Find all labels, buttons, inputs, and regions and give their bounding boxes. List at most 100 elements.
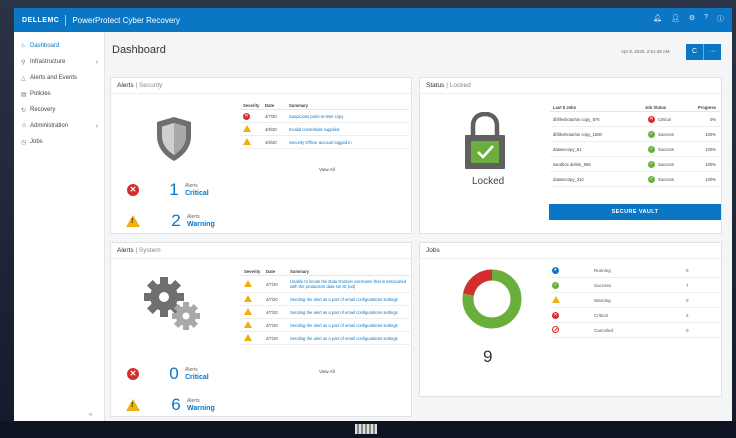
sidebar-item-recovery[interactable]: ↻ Recovery bbox=[14, 102, 104, 118]
card-title: Alerts bbox=[117, 247, 134, 254]
table-row[interactable]: dbfileshotarlon copy_876 ✕ Critical 0% bbox=[550, 112, 720, 127]
column-date[interactable]: Date bbox=[266, 269, 290, 274]
table-header: Severity Date Summary bbox=[239, 102, 409, 110]
critical-icon: ✕ bbox=[127, 184, 139, 196]
row-summary-link[interactable]: Unable to locate the Data Domain usernam… bbox=[290, 279, 410, 289]
table-row[interactable]: 4/7/20 Sending the alert as a part of em… bbox=[240, 306, 410, 319]
view-all-link[interactable]: View All bbox=[319, 167, 335, 172]
card-header: Alerts | Security bbox=[111, 78, 411, 94]
table-row[interactable]: sandbox delete_555 ✓ Success 100% bbox=[550, 157, 720, 172]
gears-icon bbox=[144, 277, 200, 330]
row-summary-link[interactable]: Security Officer account logged in bbox=[289, 140, 409, 145]
sidebar-item-jobs[interactable]: ◷ Jobs bbox=[14, 134, 104, 150]
jobs-status-table: ⏵ Running 0 ✓ Success 7 Warning 0 ✕ Crit… bbox=[550, 263, 720, 338]
more-options-button[interactable]: ··· bbox=[704, 44, 721, 60]
job-name: dbfileshotarlon copy_876 bbox=[553, 116, 600, 122]
alerts-word: Alerts bbox=[187, 214, 200, 220]
card-subtitle: | Security bbox=[135, 82, 163, 89]
secure-vault-button[interactable]: SECURE VAULT bbox=[549, 204, 721, 220]
info-icon[interactable]: ⓘ bbox=[717, 14, 724, 24]
warning-icon: ! bbox=[126, 215, 140, 227]
row-summary-link[interactable]: Sending the alert as a part of email con… bbox=[290, 297, 410, 302]
help-icon[interactable]: ? bbox=[704, 14, 708, 24]
column-date[interactable]: Date bbox=[265, 103, 289, 108]
row-date: 4/7/20 bbox=[266, 322, 278, 328]
running-icon: ⏵ bbox=[552, 266, 559, 274]
warning-alerts-summary[interactable]: ! 2 Alerts Warning bbox=[126, 211, 215, 231]
row-summary-link[interactable]: Sending the alert as a part of email con… bbox=[290, 336, 410, 341]
sidebar-item-label: Administration bbox=[30, 123, 69, 129]
table-row[interactable]: 4/6/20 Invalid credentials supplied bbox=[239, 123, 409, 136]
job-state-count: 0 bbox=[686, 267, 689, 273]
column-progress[interactable]: Progress bbox=[698, 105, 720, 110]
system-alerts-table: Severity Date Summary 4/7/20 Unable to l… bbox=[240, 268, 410, 345]
critical-icon: ✕ bbox=[552, 311, 559, 319]
card-title: Jobs bbox=[426, 247, 440, 254]
sidebar-item-infrastructure[interactable]: ⚲ Infrastructure › bbox=[14, 54, 104, 70]
last-jobs-table: Last 5 Jobs Job Status Progress dbfilesh… bbox=[550, 103, 720, 187]
critical-alerts-summary[interactable]: ✕ 1 Alerts Critical bbox=[127, 180, 209, 200]
table-row[interactable]: dbfileshotarlon copy_1500 ✓ Success 100% bbox=[550, 127, 720, 142]
row-summary-link[interactable]: Sending the alert as a part of email con… bbox=[290, 323, 410, 328]
row-summary-link[interactable]: Suspicious point-in-time copy bbox=[289, 114, 409, 119]
critical-alerts-summary[interactable]: ✕ 0 Alerts Critical bbox=[127, 364, 209, 384]
column-last-jobs[interactable]: Last 5 Jobs bbox=[550, 105, 645, 110]
sidebar-item-dashboard[interactable]: ⌂ Dashboard bbox=[14, 38, 104, 54]
row-date: 4/7/20 bbox=[266, 335, 278, 341]
table-row[interactable]: Canceled 0 bbox=[550, 323, 720, 338]
alerts-icon: △ bbox=[21, 75, 26, 82]
table-row[interactable]: datasecopy_310 ✓ Success 100% bbox=[550, 172, 720, 187]
alerts-word: Alerts bbox=[185, 183, 198, 189]
collapse-sidebar-icon[interactable]: « bbox=[89, 412, 92, 418]
job-name: sandbox delete_555 bbox=[553, 161, 591, 167]
table-row[interactable]: 4/7/20 Sending the alert as a part of em… bbox=[240, 293, 410, 306]
table-row[interactable]: ⏵ Running 0 bbox=[550, 263, 720, 278]
column-severity[interactable]: Severity bbox=[239, 103, 265, 108]
column-summary[interactable]: Summary bbox=[290, 269, 410, 274]
refresh-button[interactable]: C bbox=[686, 44, 704, 60]
column-job-status[interactable]: Job Status bbox=[645, 105, 698, 110]
bell-icon[interactable]: 🔔︎ bbox=[653, 14, 662, 24]
row-date: 4/7/20 bbox=[266, 309, 278, 315]
sidebar-item-administration[interactable]: ☺ Administration › bbox=[14, 118, 104, 134]
top-icons: 🔔︎ 👤︎ ⚙︎ ? ⓘ bbox=[653, 14, 724, 24]
row-summary-link[interactable]: Invalid credentials supplied bbox=[289, 127, 409, 132]
table-row[interactable]: Warning 0 bbox=[550, 293, 720, 308]
critical-count: 1 bbox=[169, 180, 179, 199]
vault-state-label: Locked bbox=[472, 176, 505, 187]
settings-icon[interactable]: ⚙︎ bbox=[689, 14, 695, 24]
column-severity[interactable]: Severity bbox=[240, 269, 266, 274]
table-row[interactable]: datasecopy_61 ✓ Success 100% bbox=[550, 142, 720, 157]
table-row[interactable]: 4/6/20 Security Officer account logged i… bbox=[239, 136, 409, 149]
table-row[interactable]: ✓ Success 7 bbox=[550, 278, 720, 293]
job-name: dbfileshotarlon copy_1500 bbox=[553, 131, 602, 137]
row-date: 4/6/20 bbox=[265, 139, 277, 145]
table-row[interactable]: 4/7/20 Sending the alert as a part of em… bbox=[240, 319, 410, 332]
warning-alerts-summary[interactable]: ! 6 Alerts Warning bbox=[126, 395, 215, 415]
sidebar-item-policies[interactable]: ▤ Policies bbox=[14, 86, 104, 102]
sidebar-item-label: Jobs bbox=[30, 139, 43, 145]
job-status: Critical bbox=[658, 116, 671, 122]
table-header: Last 5 Jobs Job Status Progress bbox=[550, 103, 720, 112]
user-icon[interactable]: 👤︎ bbox=[671, 14, 680, 24]
job-state-count: 0 bbox=[686, 327, 689, 333]
card-header: Jobs bbox=[420, 243, 721, 259]
table-row[interactable]: 4/7/20 Unable to locate the Data Domain … bbox=[240, 276, 410, 293]
critical-word: Critical bbox=[185, 190, 209, 197]
view-all-link[interactable]: View All bbox=[319, 369, 335, 374]
chevron-right-icon: › bbox=[95, 122, 98, 130]
warning-icon bbox=[244, 295, 252, 302]
job-state-count: 7 bbox=[686, 282, 689, 288]
table-row[interactable]: 4/7/20 Sending the alert as a part of em… bbox=[240, 332, 410, 345]
warning-count: 6 bbox=[171, 395, 181, 414]
infrastructure-icon: ⚲ bbox=[21, 59, 26, 66]
sidebar-item-alerts-events[interactable]: △ Alerts and Events bbox=[14, 70, 104, 86]
column-summary[interactable]: Summary bbox=[289, 103, 409, 108]
sidebar-item-label: Recovery bbox=[30, 107, 56, 113]
card-subtitle: | Locked bbox=[446, 82, 471, 89]
table-row[interactable]: ✕ Critical 2 bbox=[550, 308, 720, 323]
table-row[interactable]: ✕ 4/7/20 Suspicious point-in-time copy bbox=[239, 110, 409, 123]
jobs-card: Jobs 9 ⏵ Running 0 ✓ Success 7 Warning 0… bbox=[419, 242, 722, 397]
warning-word: Warning bbox=[187, 405, 215, 412]
row-summary-link[interactable]: Sending the alert as a part of email con… bbox=[290, 310, 410, 315]
